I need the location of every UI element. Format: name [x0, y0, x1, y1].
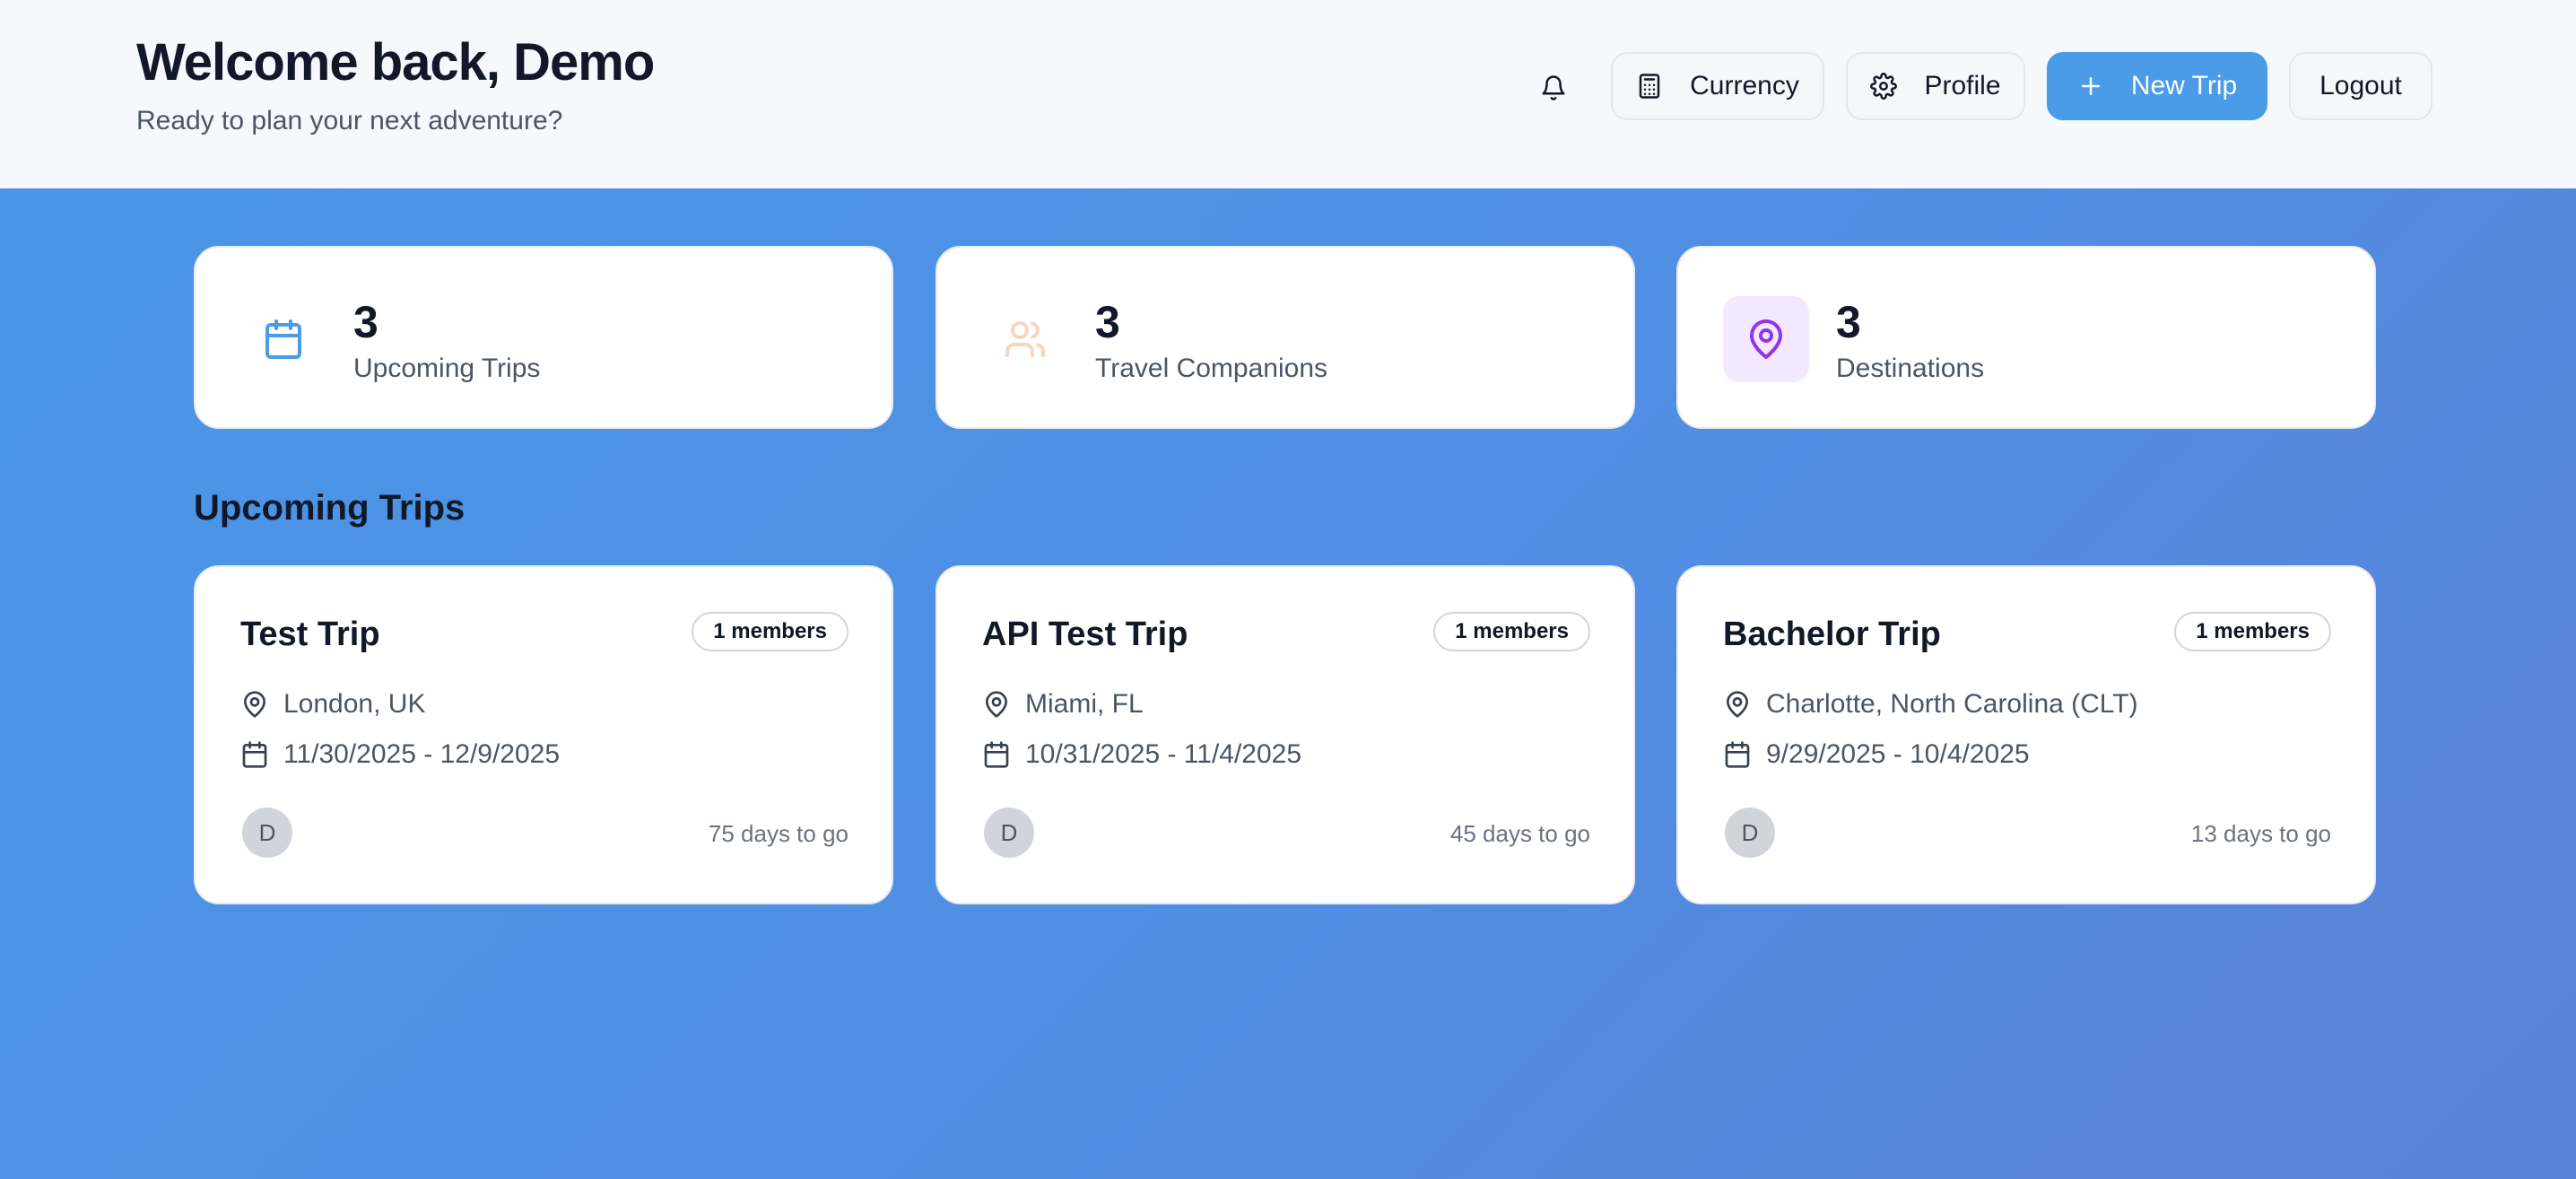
trip-countdown: 13 days to go	[2190, 820, 2331, 847]
trip-location: London, UK	[240, 689, 425, 720]
stat-icon-box	[982, 296, 1068, 382]
trip-card[interactable]: Bachelor Trip 1 members Charlotte, North…	[1676, 565, 2376, 904]
calendar-icon	[1725, 741, 1750, 768]
map-pin-icon	[1750, 319, 1782, 359]
map-pin-icon	[244, 691, 265, 718]
trip-card[interactable]: Test Trip 1 members London, UK 11/30/202…	[194, 565, 893, 904]
stat-icon-box	[1723, 296, 1809, 382]
page-subtitle: Ready to plan your next adventure?	[136, 106, 563, 135]
bell-icon	[1542, 75, 1565, 100]
trip-dates-text: 9/29/2025 - 10/4/2025	[1766, 739, 2030, 769]
page-title: Welcome back, Demo	[136, 33, 655, 92]
members-badge: 1 members	[1433, 612, 1590, 651]
members-badge: 1 members	[692, 612, 849, 651]
trip-name: Bachelor Trip	[1723, 616, 1941, 653]
trip-location-text: Miami, FL	[1025, 689, 1144, 719]
stat-card-travel-companions: 3 Travel Companions	[936, 246, 1635, 429]
trip-countdown: 75 days to go	[708, 820, 849, 847]
plus-icon	[2081, 77, 2100, 95]
currency-button[interactable]: Currency	[1611, 52, 1824, 120]
trip-dates-text: 11/30/2025 - 12/9/2025	[283, 739, 561, 769]
trip-countdown: 45 days to go	[1449, 820, 1590, 847]
calculator-icon	[1639, 74, 1660, 99]
gear-icon	[1870, 73, 1898, 100]
users-icon	[1005, 321, 1045, 357]
stat-label: Upcoming Trips	[353, 354, 541, 383]
section-title-upcoming-trips: Upcoming Trips	[194, 488, 466, 528]
trip-dates: 9/29/2025 - 10/4/2025	[1723, 739, 2030, 770]
members-badge: 1 members	[2174, 612, 2331, 651]
stat-value: 3	[353, 297, 379, 347]
trip-dates-text: 10/31/2025 - 11/4/2025	[1025, 739, 1302, 769]
trip-name: API Test Trip	[982, 616, 1188, 653]
trip-location: Miami, FL	[982, 689, 1144, 720]
profile-button-label: Profile	[1924, 71, 2001, 100]
trip-dates: 10/31/2025 - 11/4/2025	[982, 739, 1301, 770]
new-trip-button-label: New Trip	[2130, 71, 2238, 100]
stat-label: Travel Companions	[1095, 354, 1327, 383]
stat-card-upcoming-trips: 3 Upcoming Trips	[194, 246, 893, 429]
calendar-icon	[984, 741, 1009, 768]
trip-card[interactable]: API Test Trip 1 members Miami, FL 10/31/…	[936, 565, 1635, 904]
stat-label: Destinations	[1836, 354, 1985, 383]
new-trip-button[interactable]: New Trip	[2047, 52, 2267, 120]
currency-button-label: Currency	[1690, 71, 1799, 100]
map-pin-icon	[1727, 691, 1748, 718]
avatar: D	[242, 808, 292, 858]
calendar-icon	[242, 741, 267, 768]
logout-button[interactable]: Logout	[2289, 52, 2432, 120]
trip-location: Charlotte, North Carolina (CLT)	[1723, 689, 2138, 720]
trip-location-text: London, UK	[283, 689, 426, 719]
avatar: D	[1725, 808, 1775, 858]
avatar: D	[984, 808, 1034, 858]
top-header: Welcome back, Demo Ready to plan your ne…	[0, 0, 2576, 188]
notifications-button[interactable]	[1534, 68, 1573, 108]
stat-icon-box	[240, 296, 326, 382]
stat-card-destinations: 3 Destinations	[1676, 246, 2376, 429]
map-pin-icon	[986, 691, 1007, 718]
trip-name: Test Trip	[240, 616, 380, 653]
trip-location-text: Charlotte, North Carolina (CLT)	[1766, 689, 2138, 719]
stat-value: 3	[1836, 297, 1861, 347]
profile-button[interactable]: Profile	[1846, 52, 2025, 120]
calendar-icon	[265, 319, 301, 359]
trip-dates: 11/30/2025 - 12/9/2025	[240, 739, 560, 770]
stat-value: 3	[1095, 297, 1120, 347]
